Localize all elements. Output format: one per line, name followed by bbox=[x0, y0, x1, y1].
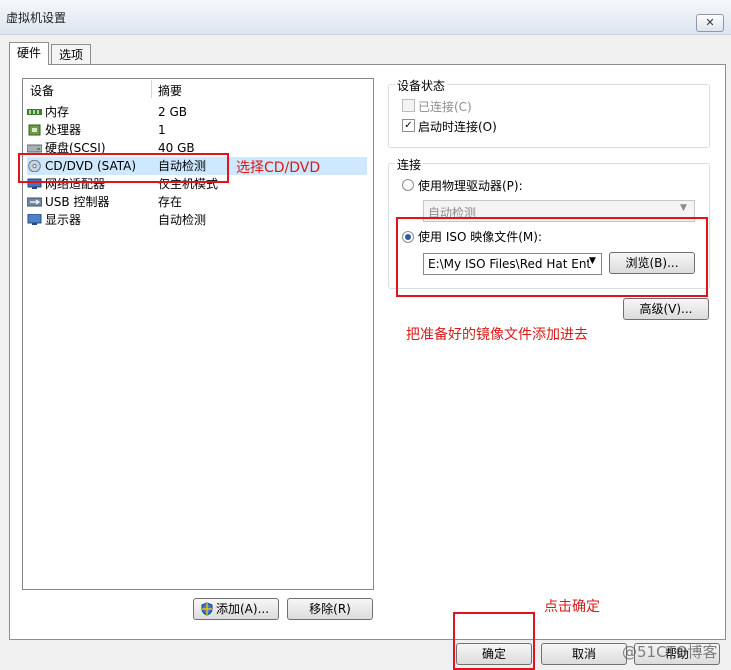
device-name: 内存 bbox=[45, 105, 70, 119]
usb-icon bbox=[27, 197, 42, 207]
remove-button[interactable]: 移除(R) bbox=[287, 598, 373, 620]
connect-at-power-on-label: 启动时连接(O) bbox=[418, 120, 497, 134]
device-summary: 2 GB bbox=[158, 105, 187, 119]
advanced-button[interactable]: 高级(V)... bbox=[623, 298, 709, 320]
device-row-processor[interactable]: 处理器 1 bbox=[27, 121, 367, 139]
physical-drive-radio[interactable] bbox=[402, 179, 414, 191]
tab-options[interactable]: 选项 bbox=[51, 44, 91, 65]
chevron-down-icon: ▼ bbox=[680, 203, 687, 213]
annotation-box-cd-dvd bbox=[18, 153, 229, 183]
annotation-add-iso: 把准备好的镜像文件添加进去 bbox=[406, 327, 588, 343]
device-name: 显示器 bbox=[45, 213, 82, 227]
cancel-button[interactable]: 取消 bbox=[541, 643, 627, 665]
device-name: 处理器 bbox=[45, 123, 82, 137]
close-icon: ✕ bbox=[705, 16, 715, 29]
physical-drive-label: 使用物理驱动器(P): bbox=[418, 179, 523, 193]
annotation-select-cd: 选择CD/DVD bbox=[236, 160, 321, 176]
device-summary: 1 bbox=[158, 123, 166, 137]
title-bar bbox=[0, 0, 731, 35]
close-button[interactable]: ✕ bbox=[696, 14, 724, 32]
tab-hardware[interactable]: 硬件 bbox=[9, 42, 49, 65]
connected-checkbox[interactable] bbox=[402, 99, 415, 112]
display-icon bbox=[27, 214, 42, 225]
shield-icon bbox=[201, 602, 213, 616]
add-button-label: 添加(A)... bbox=[216, 602, 270, 616]
connected-label: 已连接(C) bbox=[418, 100, 472, 114]
device-row-memory[interactable]: 内存 2 GB bbox=[27, 103, 367, 121]
connect-at-power-on-checkbox[interactable]: ✓ bbox=[402, 119, 415, 132]
column-header-summary[interactable]: 摘要 bbox=[158, 82, 182, 99]
connection-title: 连接 bbox=[395, 156, 424, 173]
processor-icon bbox=[28, 124, 41, 136]
device-name: USB 控制器 bbox=[45, 195, 110, 209]
column-header-device[interactable]: 设备 bbox=[30, 82, 54, 99]
device-row-usb[interactable]: USB 控制器 存在 bbox=[27, 193, 367, 211]
annotation-box-iso bbox=[396, 217, 708, 297]
add-button[interactable]: 添加(A)... bbox=[193, 598, 279, 620]
memory-icon bbox=[27, 109, 42, 115]
device-row-display[interactable]: 显示器 自动检测 bbox=[27, 211, 367, 229]
watermark: @51CTO博客 bbox=[622, 643, 718, 661]
device-status-title: 设备状态 bbox=[395, 77, 448, 94]
window-title: 虚拟机设置 bbox=[6, 11, 67, 25]
column-divider[interactable] bbox=[151, 80, 152, 98]
device-summary: 自动检测 bbox=[158, 213, 207, 227]
annotation-box-ok bbox=[453, 612, 535, 670]
annotation-click-ok: 点击确定 bbox=[544, 599, 600, 615]
device-summary: 存在 bbox=[158, 195, 183, 209]
